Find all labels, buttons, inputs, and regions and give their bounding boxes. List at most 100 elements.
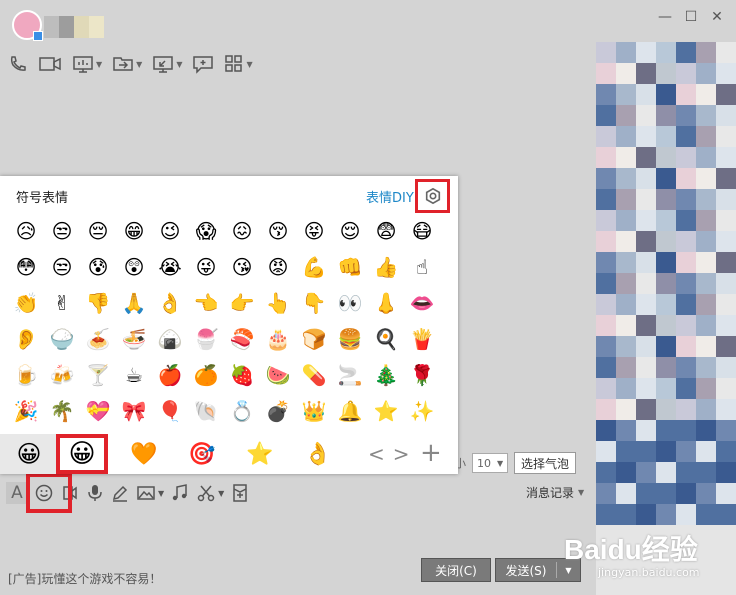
emoji-item[interactable]: 😲: [116, 249, 152, 285]
emoji-item[interactable]: 😖: [224, 213, 260, 249]
chevron-left-icon[interactable]: <: [368, 442, 385, 466]
emoji-tab-symbol[interactable]: 😀: [56, 434, 108, 474]
emoji-item[interactable]: 🚬: [332, 357, 368, 393]
emoji-item[interactable]: 😝: [296, 213, 332, 249]
emoji-item[interactable]: 🍜: [116, 321, 152, 357]
emoji-item[interactable]: 😱: [188, 213, 224, 249]
apps-button[interactable]: ▼: [224, 52, 253, 76]
emoji-item[interactable]: 🌹: [404, 357, 440, 393]
emoji-item[interactable]: 🌴: [44, 393, 80, 429]
emoji-item[interactable]: 👄: [404, 285, 440, 321]
emoji-settings-button[interactable]: [415, 179, 450, 213]
emoji-tab-hand[interactable]: 👌: [290, 434, 346, 474]
emoji-item[interactable]: 🙏: [116, 285, 152, 321]
emoji-item[interactable]: 😚: [260, 213, 296, 249]
emoji-item[interactable]: 🍓: [224, 357, 260, 393]
chevron-right-icon[interactable]: >: [393, 442, 410, 466]
emoji-item[interactable]: 👑: [296, 393, 332, 429]
voice-call-button[interactable]: [8, 52, 28, 76]
emoji-item[interactable]: 🎀: [116, 393, 152, 429]
emoji-item[interactable]: 🍻: [44, 357, 80, 393]
image-button[interactable]: ▼: [136, 481, 164, 505]
emoji-item[interactable]: 🎈: [152, 393, 188, 429]
emoji-item[interactable]: 👏: [8, 285, 44, 321]
voice-message-button[interactable]: [86, 481, 104, 505]
emoji-item[interactable]: 🍟: [404, 321, 440, 357]
emoji-item[interactable]: 👃: [368, 285, 404, 321]
choose-bubble-button[interactable]: 选择气泡: [514, 452, 576, 474]
emoji-item[interactable]: 😭: [152, 249, 188, 285]
emoji-item[interactable]: 👈: [188, 285, 224, 321]
emoji-item[interactable]: 🍊: [188, 357, 224, 393]
emoji-item[interactable]: 😥: [8, 213, 44, 249]
emoji-item[interactable]: 😡: [260, 249, 296, 285]
emoji-diy-link[interactable]: 表情DIY: [366, 187, 414, 206]
emoji-item[interactable]: 😰: [80, 249, 116, 285]
emoji-item[interactable]: 😨: [368, 213, 404, 249]
emoji-item[interactable]: 🎄: [368, 357, 404, 393]
emoji-item[interactable]: 💍: [224, 393, 260, 429]
emoji-item[interactable]: 😁: [116, 213, 152, 249]
screen-share-button[interactable]: ▼: [72, 52, 102, 76]
emoji-item[interactable]: 😔: [80, 213, 116, 249]
emoji-item[interactable]: 💝: [80, 393, 116, 429]
emoji-item[interactable]: 🍞: [296, 321, 332, 357]
emoji-item[interactable]: 👇: [296, 285, 332, 321]
emoji-item[interactable]: 🍸: [80, 357, 116, 393]
emoji-item[interactable]: 🎉: [8, 393, 44, 429]
remote-desktop-button[interactable]: ▼: [152, 52, 182, 76]
emoji-item[interactable]: 🍙: [152, 321, 188, 357]
emoji-item[interactable]: 🍧: [188, 321, 224, 357]
emoji-item[interactable]: 🍝: [80, 321, 116, 357]
emoji-item[interactable]: 💊: [296, 357, 332, 393]
close-button[interactable]: 关闭(C): [421, 558, 491, 582]
emoji-item[interactable]: 🍎: [152, 357, 188, 393]
emoji-item[interactable]: 🍣: [224, 321, 260, 357]
maximize-icon[interactable]: ☐: [684, 10, 698, 24]
emoji-item[interactable]: 👌: [152, 285, 188, 321]
emoji-tab-default[interactable]: 😀: [0, 434, 58, 474]
emoji-tab-animated[interactable]: 🎯: [174, 434, 230, 474]
emoji-item[interactable]: 😒: [44, 249, 80, 285]
emoji-item[interactable]: 💪: [296, 249, 332, 285]
emoji-item[interactable]: 🍉: [260, 357, 296, 393]
red-packet-button[interactable]: [230, 481, 250, 505]
file-transfer-button[interactable]: ▼: [112, 52, 142, 76]
video-call-button[interactable]: [38, 52, 62, 76]
emoji-item[interactable]: ☕: [116, 357, 152, 393]
emoji-item[interactable]: 👎: [80, 285, 116, 321]
emoji-tab-heart[interactable]: 🧡: [116, 434, 172, 474]
emoji-item[interactable]: 👆: [260, 285, 296, 321]
emoji-item[interactable]: 😷: [404, 213, 440, 249]
emoji-item[interactable]: ☝: [404, 249, 440, 285]
doodle-button[interactable]: [110, 481, 130, 505]
emoji-item[interactable]: 🍔: [332, 321, 368, 357]
emoji-item[interactable]: 🍚: [44, 321, 80, 357]
screenshot-button[interactable]: ▼: [196, 481, 224, 505]
emoji-item[interactable]: 🍳: [368, 321, 404, 357]
font-style-icon[interactable]: A: [6, 482, 28, 504]
avatar[interactable]: [12, 10, 43, 41]
music-button[interactable]: [170, 481, 190, 505]
emoji-item[interactable]: 😘: [224, 249, 260, 285]
emoji-item[interactable]: 😉: [152, 213, 188, 249]
emoji-item[interactable]: 😜: [188, 249, 224, 285]
emoji-item[interactable]: 🔔: [332, 393, 368, 429]
emoji-item[interactable]: 😌: [332, 213, 368, 249]
emoji-item[interactable]: 🍺: [8, 357, 44, 393]
emoji-item[interactable]: 🐚: [188, 393, 224, 429]
minimize-icon[interactable]: —: [658, 10, 672, 24]
message-box-button[interactable]: [192, 52, 214, 76]
emoji-item[interactable]: 😒: [44, 213, 80, 249]
emoji-item[interactable]: 👍: [368, 249, 404, 285]
message-log-button[interactable]: 消息记录 ▼: [526, 484, 584, 501]
emoji-item[interactable]: 💣: [260, 393, 296, 429]
emoji-tab-star[interactable]: ⭐: [232, 434, 288, 474]
emoji-item[interactable]: 😳: [8, 249, 44, 285]
emoji-item[interactable]: ✨: [404, 393, 440, 429]
emoji-item[interactable]: 👀: [332, 285, 368, 321]
emoji-item[interactable]: 🎂: [260, 321, 296, 357]
emoji-item[interactable]: ⭐: [368, 393, 404, 429]
close-icon[interactable]: ✕: [710, 10, 724, 24]
emoji-item[interactable]: 👉: [224, 285, 260, 321]
